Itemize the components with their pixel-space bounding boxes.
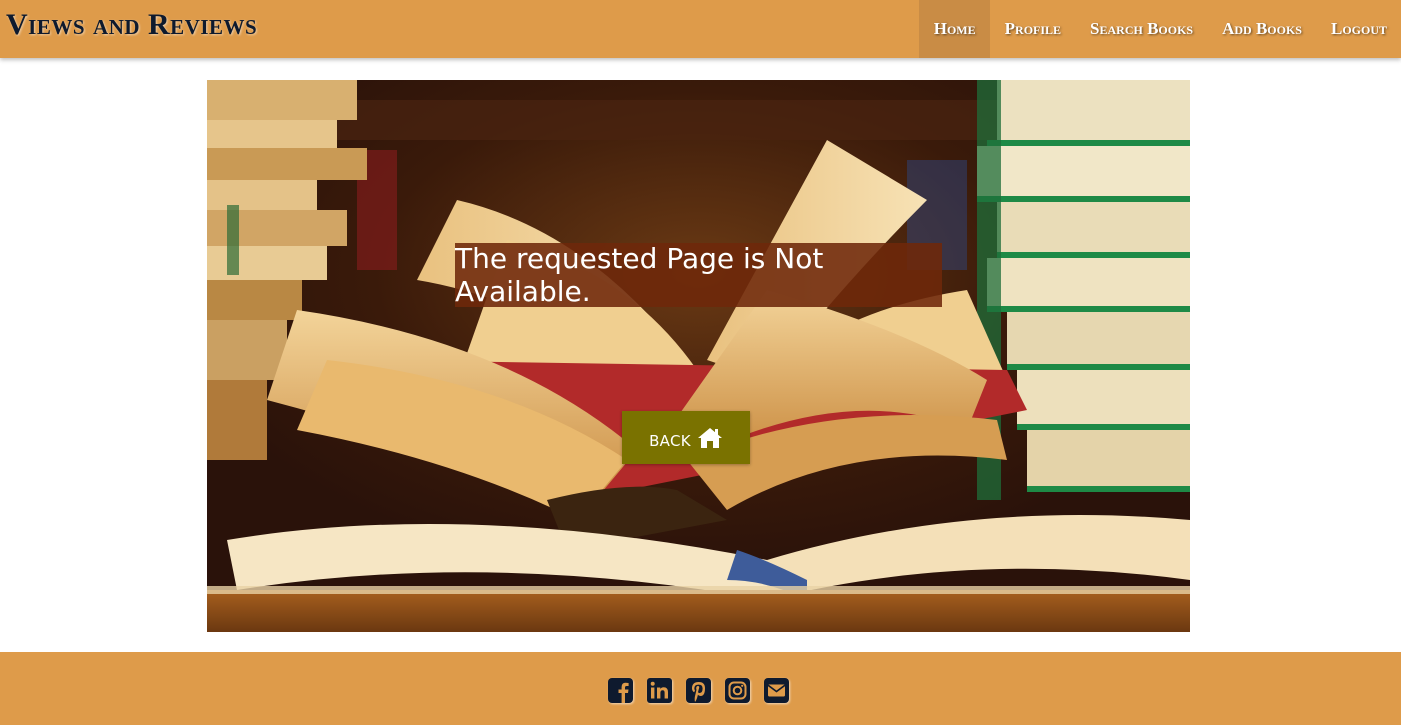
back-button-label: BACK	[649, 431, 691, 450]
not-available-message: The requested Page is Not Available.	[455, 242, 942, 308]
nav-profile[interactable]: Profile	[990, 0, 1075, 58]
books-background-image	[207, 80, 1190, 632]
facebook-icon[interactable]	[608, 678, 633, 703]
nav-add-books[interactable]: Add Books	[1207, 0, 1316, 58]
envelope-icon[interactable]	[764, 678, 789, 703]
nav-home[interactable]: Home	[918, 0, 990, 58]
nav-logout[interactable]: Logout	[1316, 0, 1401, 58]
nav-search-books[interactable]: Search Books	[1075, 0, 1207, 58]
linkedin-icon[interactable]	[647, 678, 672, 703]
navbar: Views and Reviews Home Profile Search Bo…	[0, 0, 1401, 58]
social-links	[608, 678, 789, 703]
hero-image: The requested Page is Not Available. BAC…	[207, 80, 1190, 632]
footer	[0, 652, 1401, 725]
pinterest-icon[interactable]	[686, 678, 711, 703]
home-icon	[697, 427, 722, 448]
brand-logo[interactable]: Views and Reviews	[6, 8, 257, 42]
back-button[interactable]: BACK	[622, 411, 750, 464]
instagram-icon[interactable]	[725, 678, 750, 703]
main-nav: Home Profile Search Books Add Books Logo…	[918, 0, 1401, 58]
